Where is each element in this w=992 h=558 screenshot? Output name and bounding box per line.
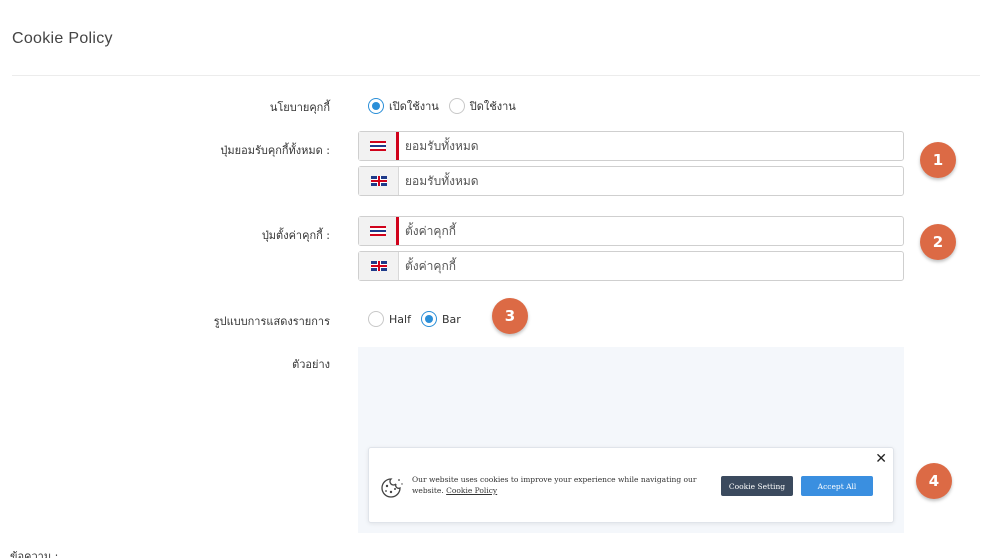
settings-th-field[interactable] (358, 216, 904, 246)
cookie-setting-button[interactable]: Cookie Setting (721, 476, 793, 496)
display-radio-group: Half Bar (368, 311, 461, 327)
page-title: Cookie Policy (12, 30, 113, 47)
radio-checked-icon (420, 311, 437, 327)
thai-flag-icon (359, 132, 399, 160)
radio-unchecked-icon (368, 311, 384, 327)
policy-label: นโยบายคุกกี้ (269, 101, 330, 114)
badge-4: 4 (916, 463, 952, 499)
accept-all-th-field[interactable] (358, 131, 904, 161)
display-half-radio[interactable]: Half (368, 311, 411, 327)
display-label: รูปแบบการแสดงรายการ (213, 315, 330, 328)
settings-th-input[interactable] (399, 217, 903, 245)
close-icon[interactable]: ✕ (875, 451, 887, 467)
display-half-label: Half (389, 312, 411, 326)
display-bar-label: Bar (441, 312, 461, 326)
settings-btn-label: ปุ่มตั้งค่าคุกกี้ : (261, 229, 330, 242)
badge-1: 1 (920, 142, 956, 178)
policy-enable-radio[interactable]: เปิดใช้งาน (368, 97, 439, 115)
policy-disable-label: ปิดใช้งาน (469, 100, 516, 113)
uk-flag-icon (359, 252, 399, 280)
cookie-bar-preview: ✕ Our website uses cookies to improve yo… (368, 447, 894, 523)
cookie-policy-link[interactable]: Cookie Policy (446, 486, 497, 495)
policy-enable-label: เปิดใช้งาน (389, 100, 439, 113)
accept-all-en-input[interactable] (399, 167, 903, 195)
cookie-icon (381, 478, 403, 498)
message-label: ข้อความ : (10, 550, 59, 558)
accept-all-button[interactable]: Accept All (801, 476, 873, 496)
settings-en-field[interactable] (358, 251, 904, 281)
accept-all-en-field[interactable] (358, 166, 904, 196)
accept-all-th-input[interactable] (399, 132, 903, 160)
thai-flag-icon (359, 217, 399, 245)
display-bar-radio[interactable]: Bar (420, 311, 461, 327)
radio-checked-icon (368, 98, 384, 114)
settings-en-input[interactable] (399, 252, 903, 280)
policy-radio-group: เปิดใช้งาน ปิดใช้งาน (368, 97, 516, 115)
accept-all-label: ปุ่มยอมรับคุกกี้ทั้งหมด : (220, 144, 330, 157)
cookie-message: Our website uses cookies to improve your… (412, 474, 702, 496)
radio-unchecked-icon (448, 98, 465, 114)
preview-area: ✕ Our website uses cookies to improve yo… (358, 347, 904, 533)
preview-label: ตัวอย่าง (292, 358, 330, 371)
policy-disable-radio[interactable]: ปิดใช้งาน (448, 97, 516, 115)
badge-3: 3 (492, 298, 528, 334)
badge-2: 2 (920, 224, 956, 260)
divider (12, 75, 980, 76)
uk-flag-icon (359, 167, 399, 195)
